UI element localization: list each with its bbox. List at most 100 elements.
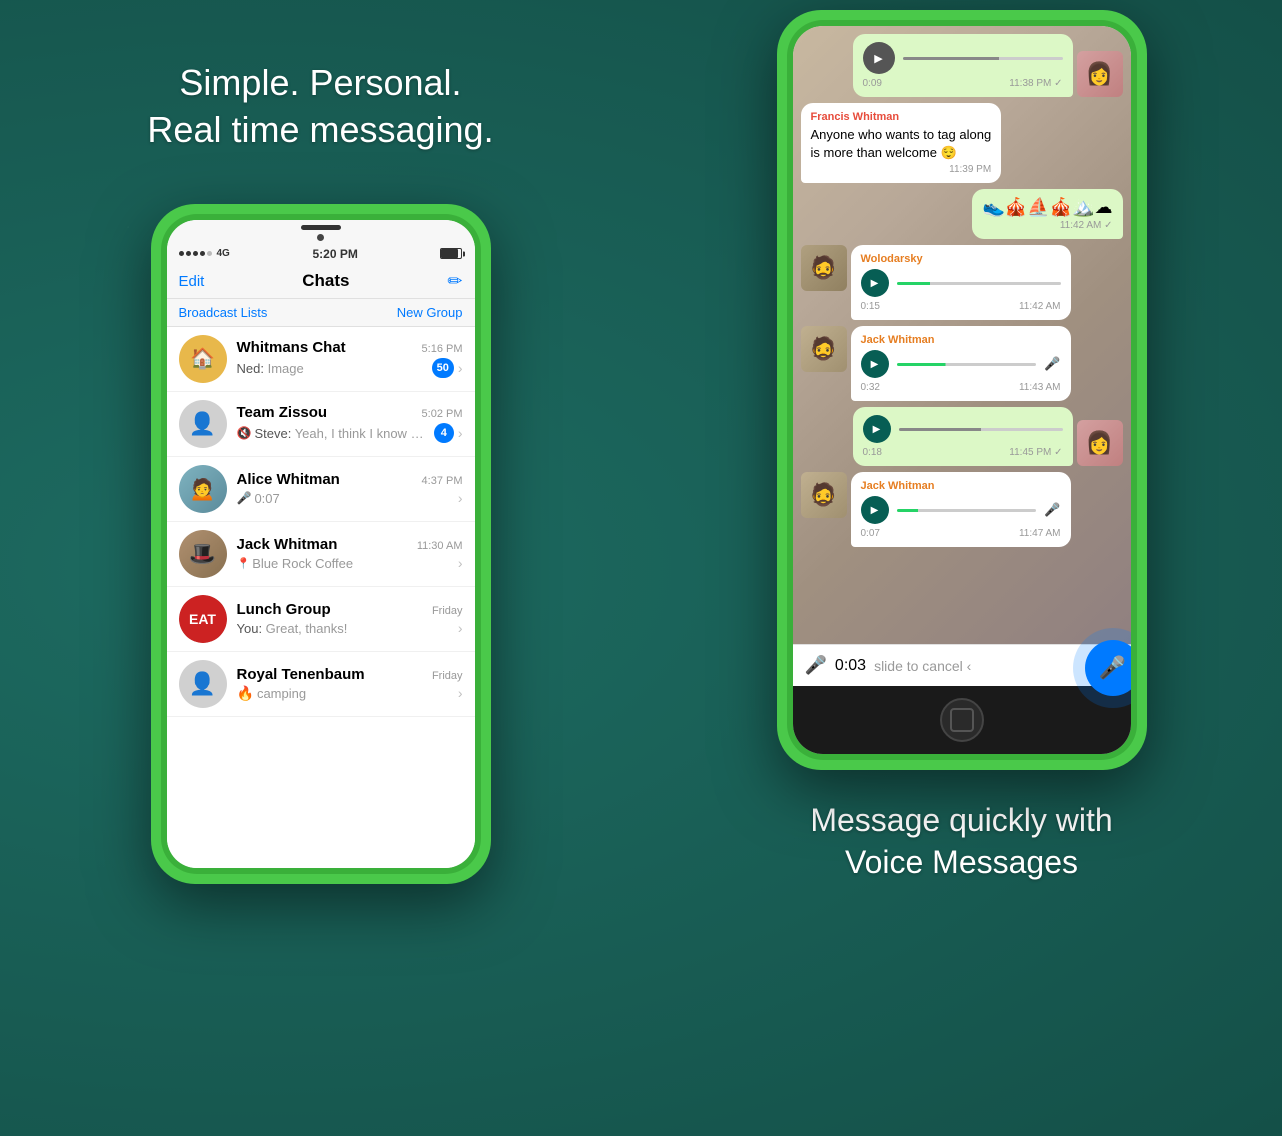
- chat-time-royal: Friday: [432, 670, 463, 682]
- chevron-zissou: ›: [458, 425, 463, 441]
- play-btn-wolodarsky[interactable]: ▶: [861, 269, 889, 297]
- waveform-1: [903, 57, 1063, 60]
- voice-bottom-jack1: 0:32 11:43 AM: [861, 382, 1061, 393]
- voice-time-1: 11:38 PM ✓: [1009, 78, 1062, 89]
- emoji-time: 11:42 AM ✓: [982, 220, 1112, 231]
- chat-item-alice[interactable]: 🙍 Alice Whitman 4:37 PM 🎤 0:07: [167, 457, 475, 522]
- nav-bar: Edit Chats ✏: [167, 265, 475, 299]
- home-button-area: [793, 686, 1131, 754]
- chat-preview-alice: 0:07: [254, 491, 453, 506]
- voice-msg-1: ▶: [863, 42, 1063, 74]
- chat-bottom-jack: 📍 Blue Rock Coffee ›: [237, 555, 463, 571]
- voice-duration-1: 0:09: [863, 78, 882, 89]
- mic-icon-alice: 🎤: [237, 491, 252, 505]
- chat-name-teamzissou: Team Zissou: [237, 404, 328, 421]
- avatar-woman2: 👩: [1077, 420, 1123, 466]
- avatar-whitmans: 🏠: [179, 335, 227, 383]
- chat-info-whitmans: Whitmans Chat 5:16 PM Ned: Image 50 ›: [237, 339, 463, 378]
- voice-msg-wolodarsky: ▶: [861, 269, 1061, 297]
- waveform-sent2: [899, 428, 1063, 431]
- play-btn-jack1[interactable]: ▶: [861, 350, 889, 378]
- voice-bubble-jack2: Jack Whitman ▶ 🎤 0:07: [851, 472, 1071, 547]
- play-btn-1[interactable]: ▶: [863, 42, 895, 74]
- duration-sent2: 0:18: [863, 447, 882, 458]
- waveform-wolodarsky: [897, 282, 1061, 285]
- chat-bottom-royal: 🔥 camping ›: [237, 685, 463, 702]
- signal-dot3: [193, 251, 198, 256]
- msg-voice-received-1: ▶ 0:09 11:38 PM ✓ 👩: [853, 34, 1123, 97]
- chat-time-teamzissou: 5:02 PM: [422, 408, 463, 420]
- avatar-royal: 👤: [179, 660, 227, 708]
- front-camera: [317, 234, 324, 241]
- emoji-content: 👟🎪⛵🎪🏔️☁: [982, 197, 1112, 218]
- voice-msg-jack1: ▶ 🎤: [861, 350, 1061, 378]
- chat-top-lunch: Lunch Group Friday: [237, 601, 463, 618]
- text-francis: Anyone who wants to tag alongis more tha…: [811, 126, 992, 162]
- signal-dot4: [200, 251, 205, 256]
- sender-jack-2: Jack Whitman: [861, 480, 1061, 492]
- voice-bottom-sent2: 0:18 11:45 PM ✓: [863, 447, 1063, 458]
- chat-preview-lunch: You: Great, thanks!: [237, 621, 454, 636]
- chat-item-lunch[interactable]: EAT Lunch Group Friday You: Great, thank…: [167, 587, 475, 652]
- chat-time-jack: 11:30 AM: [417, 540, 463, 552]
- chat-preview-whitmans: Ned: Image: [237, 361, 428, 376]
- avatar-lunch: EAT: [179, 595, 227, 643]
- fire-icon-royal: 🔥: [237, 685, 254, 702]
- left-tagline: Simple. Personal.Real time messaging.: [147, 60, 493, 154]
- chat-info-royal: Royal Tenenbaum Friday 🔥 camping ›: [237, 666, 463, 702]
- chevron-whitmans: ›: [458, 360, 463, 376]
- avatar-photo-woman1: 👩: [1077, 51, 1123, 97]
- msg-jack-2: 🧔 Jack Whitman ▶ 🎤: [801, 472, 1071, 547]
- mic-button-icon: 🎤: [1099, 655, 1126, 681]
- voice-bottom-1: 0:09 11:38 PM ✓: [863, 78, 1063, 89]
- msg-francis: Francis Whitman Anyone who wants to tag …: [801, 103, 1002, 183]
- chat-info-alice: Alice Whitman 4:37 PM 🎤 0:07 ›: [237, 471, 463, 506]
- play-btn-sent2[interactable]: ▶: [863, 415, 891, 443]
- broadcast-lists-link[interactable]: Broadcast Lists: [179, 305, 268, 320]
- chat-top-royal: Royal Tenenbaum Friday: [237, 666, 463, 683]
- play-btn-jack2[interactable]: ▶: [861, 496, 889, 524]
- compose-button[interactable]: ✏: [447, 271, 462, 292]
- chevron-royal: ›: [458, 685, 463, 701]
- chat-list: 🏠 Whitmans Chat 5:16 PM Ned: Image 50: [167, 327, 475, 868]
- voice-bottom-wolodarsky: 0:15 11:42 AM: [861, 301, 1061, 312]
- speaker-grill: [301, 225, 341, 230]
- chevron-jack: ›: [458, 555, 463, 571]
- preview-name-zissou: Steve:: [254, 426, 294, 441]
- avatar-jack-voice2: 🧔: [801, 472, 847, 518]
- location-icon-jack: 📍: [237, 557, 251, 570]
- duration-wolodarsky: 0:15: [861, 301, 880, 312]
- phone-left-inner: 4G 5:20 PM Edit Chats ✏: [161, 214, 481, 874]
- msg-wolodarsky: 🧔 Wolodarsky ▶ 0:15: [801, 245, 1071, 320]
- broadcast-bar: Broadcast Lists New Group: [167, 299, 475, 327]
- chat-preview-teamzissou: Steve: Yeah, I think I know wha...: [254, 426, 429, 441]
- avatar-jack: 🎩: [179, 530, 227, 578]
- chat-item-whitmans[interactable]: 🏠 Whitmans Chat 5:16 PM Ned: Image 50: [167, 327, 475, 392]
- msg-emoji-sent: 👟🎪⛵🎪🏔️☁ 11:42 AM ✓: [972, 189, 1122, 239]
- voice-bubble-sent-1: ▶ 0:09 11:38 PM ✓: [853, 34, 1073, 97]
- chat-item-royal[interactable]: 👤 Royal Tenenbaum Friday 🔥 camping ›: [167, 652, 475, 717]
- chat-name-royal: Royal Tenenbaum: [237, 666, 365, 683]
- voice-bottom-jack2: 0:07 11:47 AM: [861, 528, 1061, 539]
- chat-item-teamzissou[interactable]: 👤 Team Zissou 5:02 PM 🔇 Steve: Yeah, I t…: [167, 392, 475, 457]
- chat-item-jack[interactable]: 🎩 Jack Whitman 11:30 AM 📍 Blue Rock Coff…: [167, 522, 475, 587]
- time-jack1: 11:43 AM: [1019, 382, 1061, 393]
- edit-button[interactable]: Edit: [179, 273, 205, 290]
- sender-francis: Francis Whitman: [811, 111, 992, 123]
- chat-top-jack: Jack Whitman 11:30 AM: [237, 536, 463, 553]
- bottom-tagline: Message quickly withVoice Messages: [810, 800, 1112, 883]
- chat-bottom-whitmans: Ned: Image 50 ›: [237, 358, 463, 378]
- home-button-inner: [950, 708, 974, 732]
- waveform-jack1: [897, 363, 1037, 366]
- home-button[interactable]: [940, 698, 984, 742]
- new-group-link[interactable]: New Group: [397, 305, 463, 320]
- chat-preview-jack: Blue Rock Coffee: [252, 556, 454, 571]
- waveform-wolodarsky-area: [897, 282, 1061, 285]
- main-layout: Simple. Personal.Real time messaging.: [0, 0, 1282, 1136]
- phone-screen-right: ▶ 0:09 11:38 PM ✓ 👩: [793, 26, 1131, 754]
- battery-fill: [441, 249, 458, 258]
- voice-msg-sent2: ▶: [863, 415, 1063, 443]
- chat-top-alice: Alice Whitman 4:37 PM: [237, 471, 463, 488]
- signal-dot1: [179, 251, 184, 256]
- chevron-lunch: ›: [458, 620, 463, 636]
